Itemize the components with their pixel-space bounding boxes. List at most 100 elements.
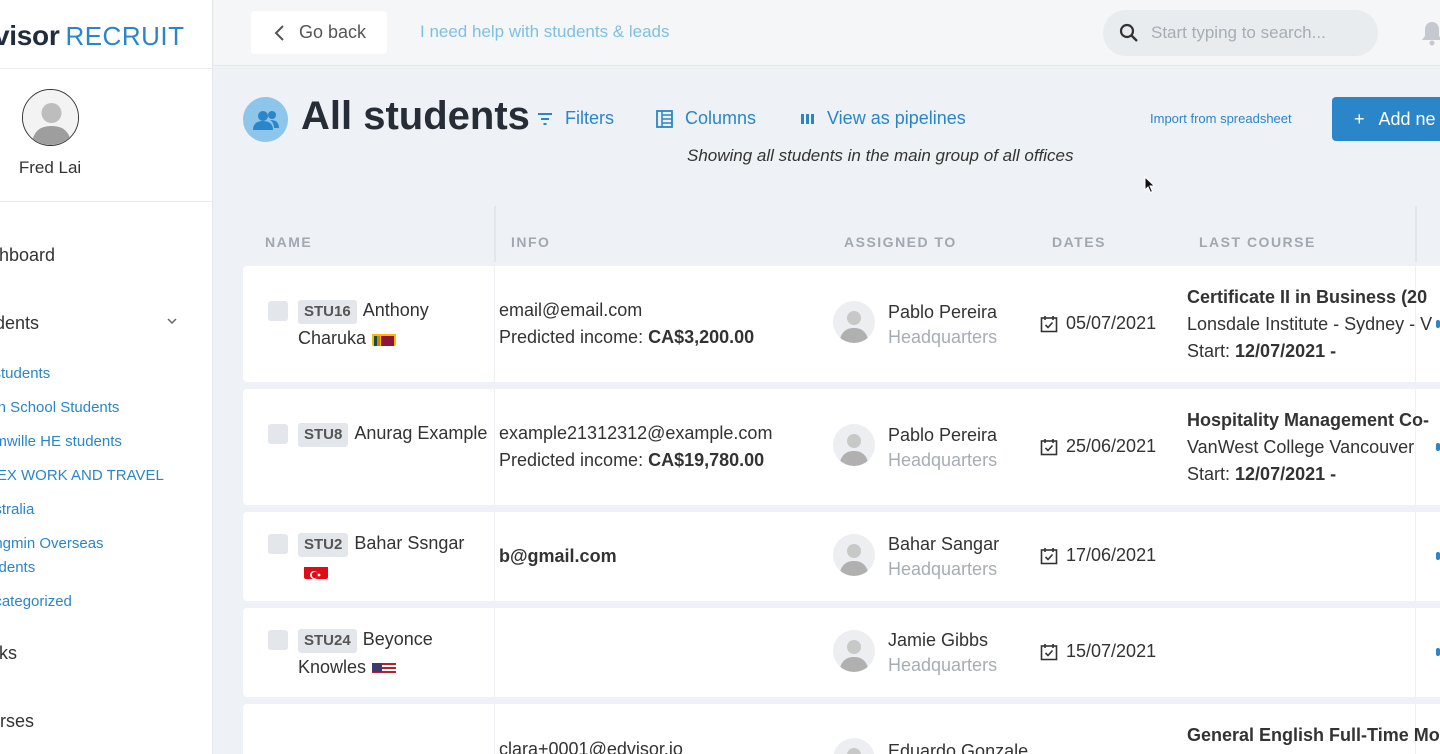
assignee-office: Headquarters — [888, 655, 998, 675]
search-icon — [1119, 23, 1138, 42]
course-school: VanWest College Vancouver — [1187, 437, 1415, 457]
student-name[interactable]: STU16 Anthony Charuka — [298, 296, 493, 352]
row-checkbox[interactable] — [268, 534, 288, 554]
sidebar-item-high-school[interactable]: igh School Students — [0, 396, 196, 420]
student-id-badge: STU2 — [298, 533, 349, 557]
import-spreadsheet-link[interactable]: Import from spreadsheet — [1150, 111, 1292, 126]
course-title: General English Full-Time Mo — [1187, 725, 1440, 745]
filters-label: Filters — [565, 108, 614, 128]
date-value: 25/06/2021 — [1066, 436, 1157, 456]
assignee-avatar — [833, 630, 875, 672]
assignee-name: Eduardo Gonzale — [888, 741, 1029, 754]
course-school: Lonsdale Institute - Sydney - V — [1187, 314, 1433, 334]
column-header-dates[interactable]: DATES — [1052, 234, 1106, 250]
sri-lanka-flag-icon — [372, 330, 397, 346]
last-course: Hospitality Management Co- VanWest Colle… — [1187, 407, 1429, 488]
student-info: email@email.com Predicted income: CA$3,2… — [499, 297, 754, 351]
sidebar-item-tasks[interactable]: asks — [0, 643, 17, 664]
table-row[interactable]: STU16 Anthony Charuka email@email.com Pre… — [243, 266, 1440, 382]
add-new-label: Add ne — [1378, 108, 1436, 129]
student-name[interactable]: STU24 Beyonce Knowles — [298, 625, 493, 681]
chevron-down-icon[interactable] — [166, 315, 178, 327]
row-action-edge[interactable] — [1436, 443, 1440, 451]
income-label: Predicted income: — [499, 327, 644, 347]
app-logo[interactable]: visor RECRUIT — [0, 20, 185, 52]
chevron-left-icon — [274, 24, 284, 41]
student-name[interactable]: STU8 Anurag Example — [298, 419, 498, 447]
usa-flag-icon — [372, 659, 397, 675]
income-label: Predicted income: — [499, 450, 644, 470]
sidebar-item-work-travel[interactable]: DEX WORK AND TRAVEL — [0, 464, 196, 488]
student-id-badge: STU16 — [298, 300, 357, 324]
course-title: Hospitality Management Co- — [1187, 410, 1430, 430]
user-avatar[interactable] — [22, 89, 79, 146]
table-row[interactable]: STU8 Anurag Example example21312312@examp… — [243, 389, 1440, 505]
student-date: 05/07/2021 — [1040, 313, 1156, 334]
bell-icon[interactable] — [1420, 20, 1440, 46]
row-action-edge[interactable] — [1436, 648, 1440, 656]
assignee-avatar — [833, 301, 875, 343]
date-value: 15/07/2021 — [1066, 641, 1157, 661]
go-back-button[interactable]: Go back — [251, 11, 387, 54]
table-row[interactable]: clara+0001@edvisor.io Eduardo Gonzale Ge… — [243, 704, 1440, 754]
sidebar-item-humwille[interactable]: umwille HE students — [0, 430, 196, 454]
help-link[interactable]: I need help with students & leads — [420, 22, 670, 42]
row-action-edge[interactable] — [1436, 320, 1440, 328]
assignee-name: Pablo Pereira — [888, 425, 998, 445]
row-checkbox[interactable] — [268, 630, 288, 650]
row-divider — [494, 608, 495, 697]
search-box[interactable] — [1103, 10, 1378, 56]
student-date: 17/06/2021 — [1040, 545, 1156, 566]
column-header-info[interactable]: INFO — [511, 234, 550, 250]
student-email[interactable]: example21312312@example.com — [499, 420, 772, 447]
course-start-label: Start: — [1187, 341, 1231, 361]
table-row[interactable]: STU24 Beyonce Knowles Jamie Gibbs Headqua… — [243, 608, 1440, 697]
filters-button[interactable]: Filters — [537, 108, 614, 129]
go-back-label: Go back — [299, 22, 367, 42]
sidebar-item-students[interactable]: tudents — [0, 313, 39, 334]
assignee: Jamie Gibbs Headquarters — [888, 628, 997, 678]
filter-icon — [538, 112, 552, 125]
divider — [0, 201, 212, 202]
logo-text: visor — [0, 20, 60, 51]
assignee-name: Jamie Gibbs — [888, 630, 989, 650]
student-id-badge: STU24 — [298, 629, 357, 653]
student-email[interactable]: email@email.com — [499, 297, 754, 324]
sidebar-item-overseas[interactable]: angmin Overseas tudents — [0, 532, 136, 580]
column-divider — [494, 206, 496, 262]
calendar-check-icon — [1040, 315, 1058, 332]
search-input[interactable] — [1151, 23, 1351, 43]
row-divider — [1415, 512, 1416, 601]
page-title: All students — [301, 94, 530, 138]
assignee: Pablo Pereira Headquarters — [888, 300, 997, 350]
table-row[interactable]: STU2 Bahar Ssngar b@gmail.com Bahar Sanga… — [243, 512, 1440, 601]
date-value: 17/06/2021 — [1066, 545, 1157, 565]
row-checkbox[interactable] — [268, 424, 288, 444]
sidebar-item-all-students[interactable]: l students — [0, 362, 196, 386]
mouse-cursor-icon — [1144, 176, 1156, 194]
students-icon — [243, 97, 288, 142]
calendar-check-icon — [1040, 547, 1058, 564]
row-action-edge[interactable] — [1436, 552, 1440, 560]
assignee-name: Bahar Sangar — [888, 534, 1000, 554]
column-header-name[interactable]: NAME — [265, 234, 312, 250]
sidebar: visorRECRUIT Fred Lai ashboard tudents l… — [0, 0, 213, 754]
sidebar-item-uncategorized[interactable]: ncategorized — [0, 590, 196, 614]
row-checkbox[interactable] — [268, 301, 288, 321]
student-name-text: Bahar Ssngar — [354, 533, 465, 553]
assignee: Pablo Pereira Headquarters — [888, 423, 997, 473]
date-value: 05/07/2021 — [1066, 313, 1157, 333]
student-name[interactable]: STU2 Bahar Ssngar — [298, 529, 493, 585]
view-as-pipelines-button[interactable]: View as pipelines — [801, 108, 966, 129]
sidebar-item-dashboard[interactable]: ashboard — [0, 245, 55, 266]
income-value: CA$3,200.00 — [648, 327, 755, 347]
user-name[interactable]: Fred Lai — [0, 158, 100, 178]
sidebar-item-australia[interactable]: ustralia — [0, 498, 196, 522]
column-header-assigned-to[interactable]: ASSIGNED TO — [844, 234, 957, 250]
student-email[interactable]: b@gmail.com — [499, 543, 617, 570]
column-header-last-course[interactable]: LAST COURSE — [1199, 234, 1316, 250]
student-email[interactable]: clara+0001@edvisor.io — [499, 736, 683, 754]
sidebar-item-courses[interactable]: ourses — [0, 711, 34, 732]
columns-button[interactable]: Columns — [656, 108, 756, 129]
add-new-button[interactable]: + Add ne — [1332, 97, 1440, 141]
